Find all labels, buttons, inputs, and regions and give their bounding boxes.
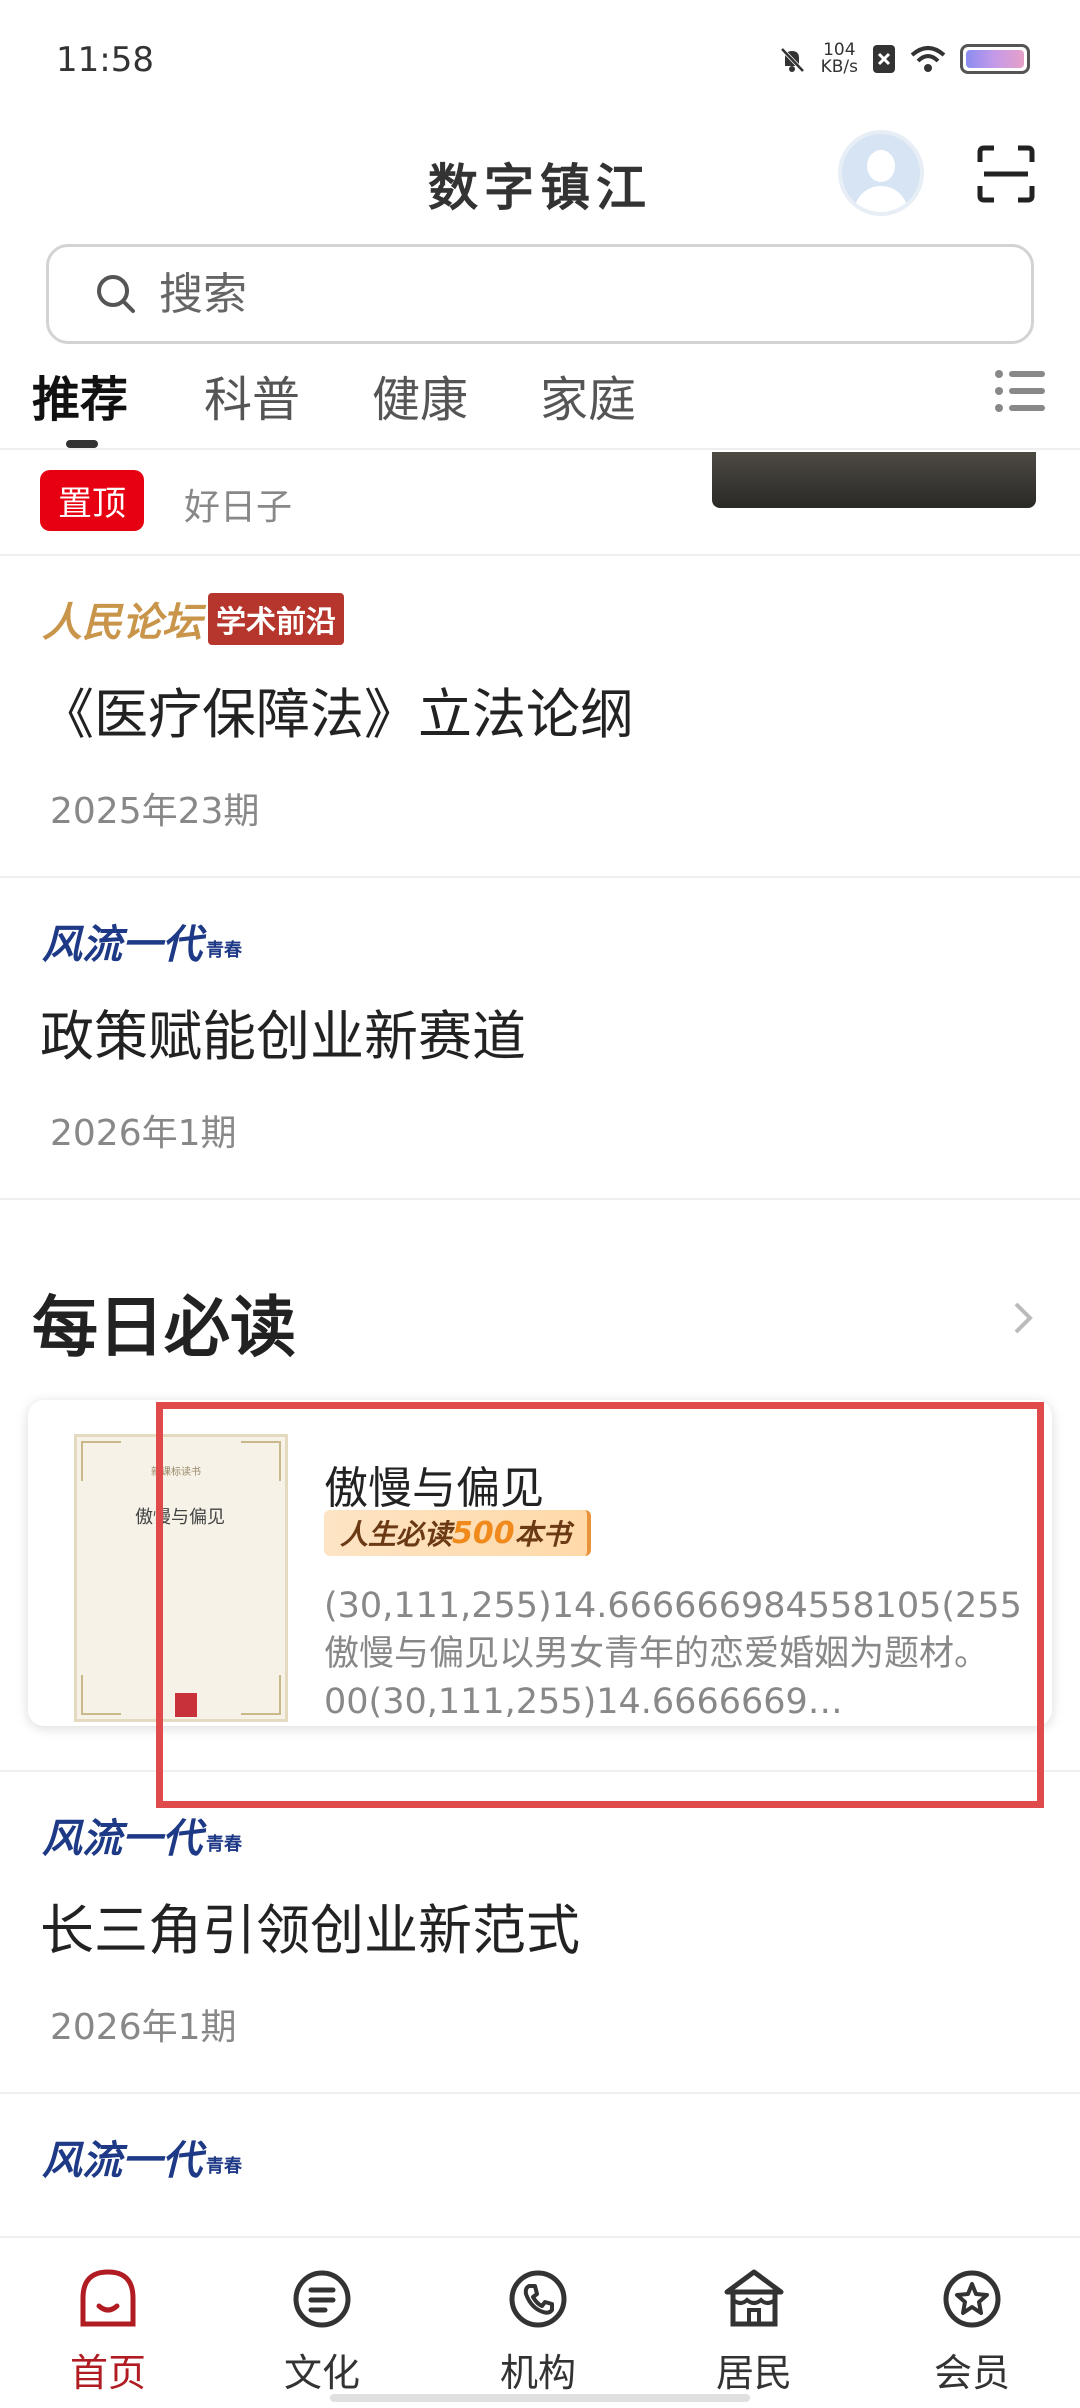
article-issue: 2026年1期 — [50, 1113, 237, 1154]
chevron-right-icon[interactable] — [1008, 1298, 1038, 1338]
wifi-icon — [910, 46, 946, 72]
book-title: 傲慢与偏见 — [324, 1463, 544, 1514]
residents-icon — [724, 2269, 784, 2327]
channel-menu-icon[interactable] — [994, 366, 1046, 416]
article-title: 《医疗保障法》立法论纲 — [40, 683, 634, 746]
category-tabs: 推荐 科普 健康 家庭 — [0, 360, 1080, 450]
net-speed: 104 KB/s — [820, 40, 858, 77]
publication-logo: 风流一代 青春 — [42, 921, 242, 968]
scan-icon[interactable] — [976, 144, 1036, 204]
nav-residents[interactable]: 居民 — [694, 2266, 814, 2397]
tab-family[interactable]: 家庭 — [540, 360, 636, 430]
avatar[interactable] — [838, 130, 924, 216]
section-title: 每日必读 — [32, 1289, 296, 1366]
tab-science[interactable]: 科普 — [204, 360, 300, 430]
article-issue: 2025年23期 — [50, 791, 260, 832]
news-feed: 置顶 好日子 人民论坛 学术前沿 《医疗保障法》立法论纲 2025年23期 风流… — [0, 452, 1080, 2408]
member-star-icon — [943, 2270, 1001, 2328]
tab-indicator — [66, 440, 98, 448]
tab-recommended[interactable]: 推荐 — [32, 360, 128, 430]
publication-logo: 风流一代 青春 — [42, 1815, 242, 1862]
article-item[interactable]: 风流一代 青春 长三角引领创业新范式 2026年1期 — [0, 1772, 1080, 2094]
book-badge: 人生必读 500 本书 — [324, 1510, 591, 1556]
article-thumbnail — [712, 452, 1036, 508]
status-time: 11:58 — [56, 40, 154, 80]
home-icon — [80, 2269, 136, 2327]
article-title: 长三角引领创业新范式 — [40, 1899, 580, 1962]
app-header: 数字镇江 — [0, 130, 1080, 230]
battery-icon — [960, 44, 1030, 74]
article-source: 好日子 — [184, 487, 293, 528]
status-icons: 104 KB/s — [777, 42, 1030, 76]
home-indicator — [330, 2394, 750, 2402]
nav-member[interactable]: 会员 — [912, 2266, 1032, 2397]
book-card[interactable]: 新课标读书 傲慢与偏见 傲慢与偏见 人生必读 500 本书 (30,111,25… — [28, 1400, 1052, 1726]
culture-icon — [293, 2270, 351, 2328]
search-icon — [97, 275, 135, 313]
tab-health[interactable]: 健康 — [372, 360, 468, 430]
nav-culture[interactable]: 文化 — [262, 2266, 382, 2397]
search-input[interactable] — [159, 268, 979, 320]
article-item[interactable]: 人民论坛 学术前沿 《医疗保障法》立法论纲 2025年23期 — [0, 556, 1080, 878]
mute-bell-icon — [780, 47, 805, 73]
search-bar[interactable] — [46, 244, 1034, 344]
daily-reading-header[interactable]: 每日必读 — [0, 1200, 1080, 1400]
book-cover: 新课标读书 傲慢与偏见 — [74, 1434, 288, 1722]
book-description: (30,111,255)14.666666984558105(255,255,2… — [324, 1586, 1024, 1722]
pinned-article[interactable]: 置顶 好日子 — [0, 452, 1080, 556]
article-issue: 2026年1期 — [50, 2007, 237, 2048]
article-title: 政策赋能创业新赛道 — [40, 1005, 526, 1068]
nav-institutions[interactable]: 机构 — [478, 2266, 598, 2397]
sim-off-icon — [873, 45, 895, 73]
publication-logo: 人民论坛 学术前沿 — [42, 593, 344, 646]
status-bar: 11:58 104 KB/s — [0, 0, 1080, 120]
article-item[interactable]: 风流一代 青春 政策赋能创业新赛道 2026年1期 — [0, 878, 1080, 1200]
publication-logo: 风流一代 青春 — [42, 2137, 242, 2184]
phone-icon — [509, 2270, 567, 2328]
nav-home[interactable]: 首页 — [48, 2266, 168, 2397]
bottom-nav: 首页 文化 机构 居民 会员 — [0, 2236, 1080, 2408]
pinned-badge: 置顶 — [40, 470, 144, 531]
